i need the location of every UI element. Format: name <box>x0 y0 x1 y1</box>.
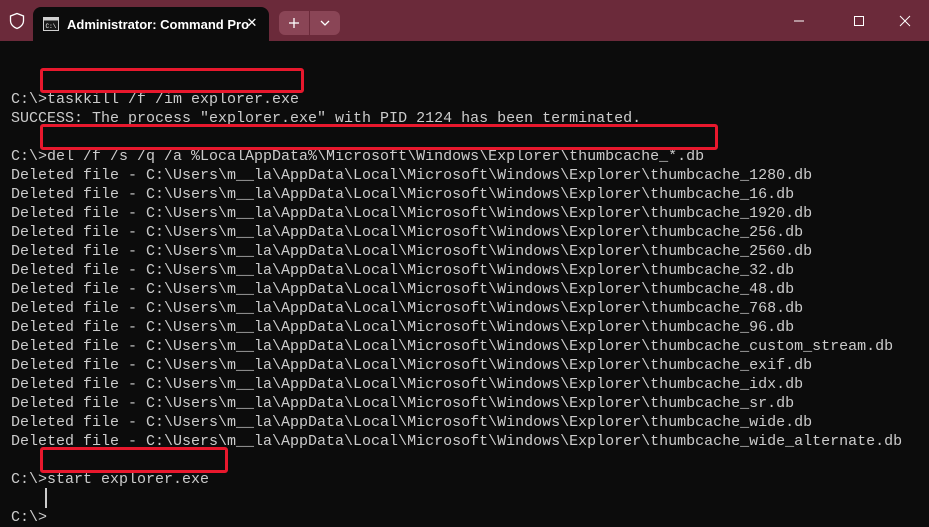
minimize-icon <box>794 20 804 22</box>
window-close-icon <box>899 15 911 27</box>
terminal-line: Deleted file - C:\Users\m__la\AppData\Lo… <box>11 167 813 184</box>
window-close-button[interactable] <box>891 8 919 34</box>
svg-text:C:\: C:\ <box>46 23 57 30</box>
terminal-line: Deleted file - C:\Users\m__la\AppData\Lo… <box>11 281 795 298</box>
terminal-line: Deleted file - C:\Users\m__la\AppData\Lo… <box>11 414 813 431</box>
terminal-line: C:\>taskkill /f /im explorer.exe <box>11 91 300 108</box>
chevron-down-icon <box>320 20 330 26</box>
terminal-line: Deleted file - C:\Users\m__la\AppData\Lo… <box>11 243 813 260</box>
terminal-line: Deleted file - C:\Users\m__la\AppData\Lo… <box>11 319 795 336</box>
terminal-line: Deleted file - C:\Users\m__la\AppData\Lo… <box>11 376 804 393</box>
terminal-line: Deleted file - C:\Users\m__la\AppData\Lo… <box>11 433 903 450</box>
terminal-line: Deleted file - C:\Users\m__la\AppData\Lo… <box>11 262 795 279</box>
title-bar[interactable]: C:\ Administrator: Command Pro ✕ <box>0 0 929 41</box>
minimize-button[interactable] <box>785 8 813 34</box>
terminal-line: Deleted file - C:\Users\m__la\AppData\Lo… <box>11 205 813 222</box>
tab-dropdown-button[interactable] <box>310 11 340 35</box>
tab-title: Administrator: Command Pro <box>67 17 250 32</box>
new-tab-button[interactable] <box>279 11 309 35</box>
terminal-line: Deleted file - C:\Users\m__la\AppData\Lo… <box>11 300 804 317</box>
terminal-line: Deleted file - C:\Users\m__la\AppData\Lo… <box>11 338 894 355</box>
terminal-line: Deleted file - C:\Users\m__la\AppData\Lo… <box>11 395 795 412</box>
terminal-line: Deleted file - C:\Users\m__la\AppData\Lo… <box>11 224 804 241</box>
tab-command-prompt[interactable]: C:\ Administrator: Command Pro ✕ <box>33 7 269 41</box>
close-icon: ✕ <box>246 15 258 30</box>
terminal-line: SUCCESS: The process "explorer.exe" with… <box>11 110 642 127</box>
tab-close-button[interactable]: ✕ <box>243 14 261 32</box>
terminal-output[interactable]: C:\>taskkill /f /im explorer.exe SUCCESS:… <box>11 71 902 527</box>
cmd-icon: C:\ <box>43 17 59 31</box>
terminal-line: C:\>start explorer.exe <box>11 471 210 488</box>
shield-icon <box>9 12 25 30</box>
maximize-button[interactable] <box>845 8 873 34</box>
terminal-line: C:\>del /f /s /q /a %LocalAppData%\Micro… <box>11 148 705 165</box>
terminal-line: Deleted file - C:\Users\m__la\AppData\Lo… <box>11 357 813 374</box>
terminal-line: Deleted file - C:\Users\m__la\AppData\Lo… <box>11 186 795 203</box>
text-cursor <box>45 488 47 508</box>
plus-icon <box>289 18 299 28</box>
maximize-icon <box>854 16 864 26</box>
